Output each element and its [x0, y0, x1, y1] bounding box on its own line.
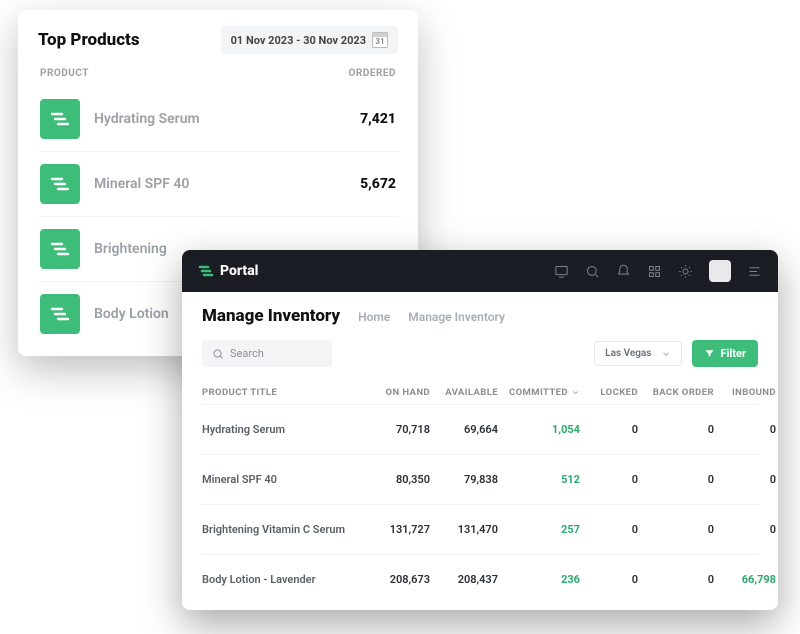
product-ordered: 7,421	[360, 111, 396, 127]
app-topbar: Portal	[182, 250, 778, 292]
breadcrumb-current: Manage Inventory	[408, 310, 505, 324]
cell-title: Mineral SPF 40	[202, 473, 362, 486]
cell-available: 69,664	[434, 423, 498, 436]
inventory-row[interactable]: Hydrating Serum70,71869,6641,054000	[202, 404, 758, 454]
menu-icon[interactable]	[747, 264, 762, 279]
cell-committed: 257	[502, 523, 580, 536]
cell-on-hand: 208,673	[366, 573, 430, 586]
inventory-table-header: PRODUCT TITLE ON HAND AVAILABLE COMMITTE…	[202, 381, 758, 404]
cell-locked: 0	[584, 523, 638, 536]
cell-title: Body Lotion - Lavender	[202, 573, 362, 586]
filter-label: Filter	[720, 347, 746, 360]
date-range-picker[interactable]: 01 Nov 2023 - 30 Nov 2023 31	[221, 26, 398, 54]
inventory-row[interactable]: Mineral SPF 4080,35079,838512000	[202, 454, 758, 504]
inventory-row[interactable]: Body Lotion - Lavender 208,673 208,437 236 0…	[202, 554, 758, 604]
cell-committed: 512	[502, 473, 580, 486]
cell-locked: 0	[584, 473, 638, 486]
search-input[interactable]: Search	[202, 340, 332, 367]
cell-committed: 236	[502, 573, 580, 586]
cell-inbound: 0	[718, 473, 776, 486]
breadcrumb-home[interactable]: Home	[358, 310, 390, 324]
cell-locked: 0	[584, 573, 638, 586]
page-title: Manage Inventory	[202, 306, 340, 326]
calendar-icon: 31	[372, 32, 388, 48]
brand[interactable]: Portal	[198, 263, 258, 279]
brand-logo-icon	[198, 264, 214, 278]
location-select[interactable]: Las Vegas	[594, 341, 682, 366]
bell-icon[interactable]	[616, 264, 631, 279]
cell-title: Brightening Vitamin C Serum	[202, 523, 362, 536]
inventory-card: Portal Manage Inventory Home Manage Inve…	[182, 250, 778, 610]
th-back-order[interactable]: BACK ORDER	[642, 387, 714, 398]
product-name: Hydrating Serum	[80, 111, 360, 127]
brand-name: Portal	[220, 263, 258, 279]
product-ordered: 5,672	[360, 176, 396, 192]
cell-inbound: 0	[718, 423, 776, 436]
location-value: Las Vegas	[605, 348, 651, 359]
product-icon	[40, 99, 80, 139]
cell-on-hand: 80,350	[366, 473, 430, 486]
sort-desc-icon	[571, 388, 580, 397]
col-ordered: ORDERED	[349, 68, 396, 79]
cell-back-order: 0	[642, 573, 714, 586]
cell-back-order: 0	[642, 473, 714, 486]
grid-icon[interactable]	[647, 264, 662, 279]
cell-available: 79,838	[434, 473, 498, 486]
filter-button[interactable]: Filter	[692, 340, 758, 367]
top-products-title: Top Products	[38, 30, 140, 50]
th-on-hand[interactable]: ON HAND	[366, 387, 430, 398]
product-icon	[40, 229, 80, 269]
col-product: PRODUCT	[40, 68, 89, 79]
chevron-down-icon	[661, 349, 671, 359]
top-product-row[interactable]: Mineral SPF 405,672	[38, 151, 398, 216]
inventory-row[interactable]: Brightening Vitamin C Serum 131,727 131,47…	[202, 504, 758, 554]
avatar[interactable]	[709, 260, 731, 282]
search-placeholder: Search	[230, 347, 264, 360]
theme-icon[interactable]	[678, 264, 693, 279]
product-name: Mineral SPF 40	[80, 176, 360, 192]
th-committed[interactable]: COMMITTED	[502, 387, 580, 398]
search-icon[interactable]	[585, 264, 600, 279]
top-product-row[interactable]: Hydrating Serum7,421	[38, 87, 398, 151]
cell-inbound: 66,798	[718, 573, 776, 586]
th-locked[interactable]: LOCKED	[584, 387, 638, 398]
date-range-label: 01 Nov 2023 - 30 Nov 2023	[231, 34, 366, 47]
cell-available: 131,470	[434, 523, 498, 536]
filter-icon	[704, 348, 715, 359]
product-icon	[40, 164, 80, 204]
cell-available: 208,437	[434, 573, 498, 586]
cell-on-hand: 70,718	[366, 423, 430, 436]
product-icon	[40, 294, 80, 334]
cell-locked: 0	[584, 423, 638, 436]
th-title: PRODUCT TITLE	[202, 387, 362, 398]
th-available[interactable]: AVAILABLE	[434, 387, 498, 398]
cell-committed: 1,054	[502, 423, 580, 436]
th-inbound[interactable]: INBOUND	[718, 387, 776, 398]
search-icon	[212, 348, 224, 360]
cell-inbound: 0	[718, 523, 776, 536]
cell-back-order: 0	[642, 523, 714, 536]
cell-on-hand: 131,727	[366, 523, 430, 536]
cell-title: Hydrating Serum	[202, 423, 362, 436]
cell-back-order: 0	[642, 423, 714, 436]
display-icon[interactable]	[554, 264, 569, 279]
